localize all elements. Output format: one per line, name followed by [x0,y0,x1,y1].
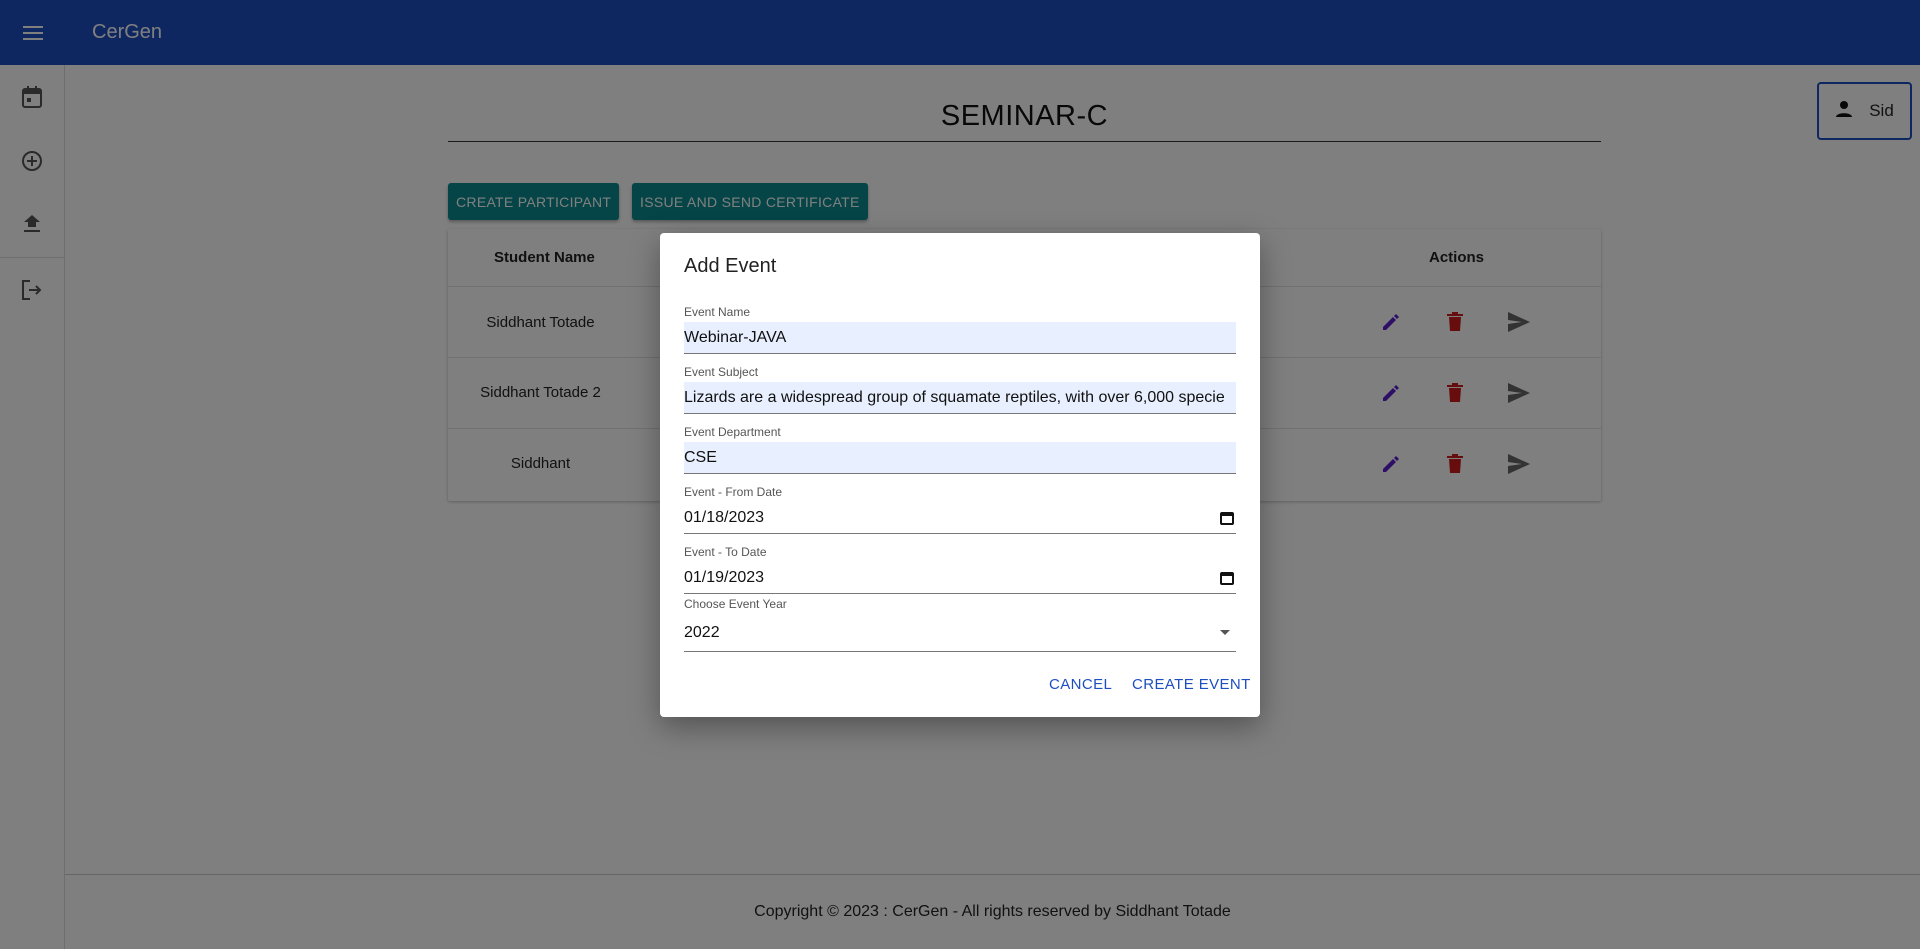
calendar-picker-icon[interactable] [1220,511,1234,525]
from-date-label: Event - From Date [684,485,783,499]
from-date-value: 01/18/2023 [684,508,765,526]
from-date-input[interactable]: 01/18/2023 [684,502,1236,534]
cancel-button[interactable]: CANCEL [1049,676,1112,693]
event-subject-field: Event Subject Lizards are a widespread g… [684,365,1236,414]
event-department-value: CSE [684,448,717,466]
event-name-input[interactable]: Webinar-JAVA [684,322,1236,354]
event-department-field: Event Department CSE [684,425,1236,474]
event-name-label: Event Name [684,305,751,319]
event-name-value: Webinar-JAVA [684,328,787,346]
event-year-field: Choose Event Year 2022 [684,597,1236,652]
to-date-value: 01/19/2023 [684,568,765,586]
add-event-dialog: Add Event Event Name Webinar-JAVA Event … [660,233,1260,717]
event-department-input[interactable]: CSE [684,442,1236,474]
to-date-label: Event - To Date [684,545,767,559]
event-subject-label: Event Subject [684,365,759,379]
event-department-label: Event Department [684,425,781,439]
create-event-button[interactable]: CREATE EVENT [1132,676,1251,693]
event-subject-input[interactable]: Lizards are a widespread group of squama… [684,382,1236,414]
chevron-down-icon [1220,630,1230,635]
event-year-label: Choose Event Year [684,597,787,611]
event-subject-value: Lizards are a widespread group of squama… [684,388,1225,406]
calendar-picker-icon[interactable] [1220,571,1234,585]
event-name-field: Event Name Webinar-JAVA [684,305,1236,354]
event-year-select[interactable]: 2022 [684,614,1236,652]
from-date-field: Event - From Date 01/18/2023 [684,485,1236,534]
to-date-input[interactable]: 01/19/2023 [684,562,1236,594]
event-year-value: 2022 [684,623,720,641]
dialog-title: Add Event [684,255,777,277]
to-date-field: Event - To Date 01/19/2023 [684,545,1236,594]
